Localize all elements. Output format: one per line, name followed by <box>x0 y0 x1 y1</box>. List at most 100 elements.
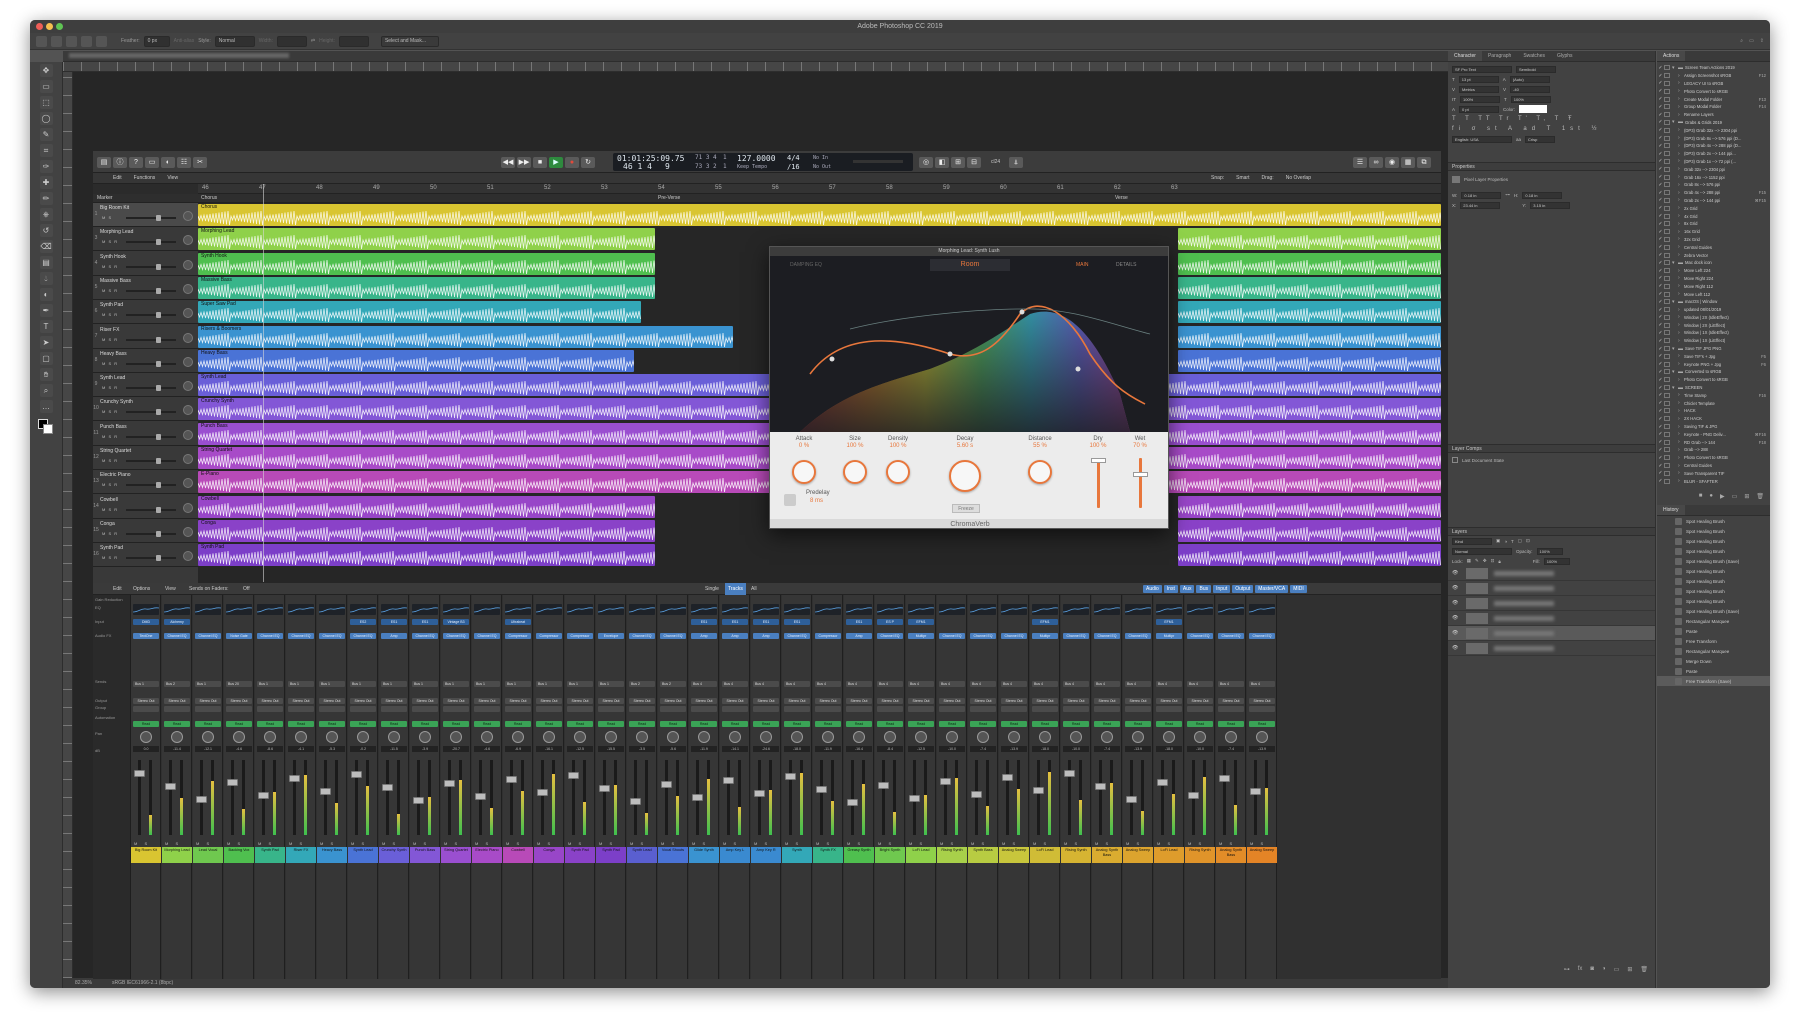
pan-knob[interactable] <box>1101 731 1113 743</box>
minimize-window-button[interactable] <box>46 23 53 30</box>
eyedropper-tool-icon[interactable]: ✑ <box>39 160 53 173</box>
channel-name[interactable]: Synth Lead <box>627 847 657 863</box>
eq-thumbnail[interactable] <box>349 604 377 615</box>
region[interactable] <box>1178 544 1441 567</box>
action-dialog-toggle[interactable] <box>1664 158 1670 164</box>
region[interactable] <box>1178 519 1441 542</box>
action-item[interactable]: ✓ › Move Right 112 <box>1657 282 1770 290</box>
channel-name[interactable]: Analog Sweep <box>1123 847 1153 863</box>
output-slot[interactable]: Stereo Out <box>970 698 996 704</box>
healing-tool-icon[interactable]: ✚ <box>39 176 53 189</box>
volume-fader-cap[interactable] <box>630 798 641 805</box>
action-check-icon[interactable]: ✓ <box>1657 197 1664 203</box>
pan-knob[interactable] <box>512 731 524 743</box>
action-dialog-toggle[interactable] <box>1664 330 1670 336</box>
volume-fader-track[interactable] <box>820 760 823 835</box>
layer-row[interactable]: 👁︎ <box>1448 641 1655 656</box>
editors-icon[interactable]: ✂ <box>193 157 207 168</box>
audio-fx-slot[interactable]: Compressor <box>536 633 562 639</box>
action-check-icon[interactable]: ✓ <box>1657 73 1664 79</box>
input-slot[interactable]: EFM1 <box>1156 619 1182 625</box>
automation-read[interactable]: Read <box>1218 721 1244 727</box>
automation-read[interactable]: Read <box>195 721 221 727</box>
mute-solo-buttons[interactable]: M S <box>1095 841 1111 846</box>
group-slot[interactable] <box>784 706 810 712</box>
track-header[interactable]: 11 Punch Bass M S R <box>93 422 198 446</box>
automation-read[interactable]: Read <box>660 721 686 727</box>
new-layer-icon[interactable]: ⊞ <box>1627 966 1632 976</box>
stamp-tool-icon[interactable]: ⎈ <box>39 208 53 221</box>
input-slot[interactable]: Ultrabeat <box>505 619 531 625</box>
send-slot[interactable]: Bus 4 <box>846 681 872 687</box>
channel-name[interactable]: Punch Bass <box>410 847 440 863</box>
eq-thumbnail[interactable] <box>442 604 470 615</box>
group-slot[interactable] <box>195 706 221 712</box>
send-slot[interactable]: Bus 1 <box>412 681 438 687</box>
action-dialog-toggle[interactable] <box>1664 346 1670 352</box>
pan-knob[interactable] <box>1194 731 1206 743</box>
automation-read[interactable]: Read <box>1249 721 1275 727</box>
group-slot[interactable] <box>536 706 562 712</box>
height-field[interactable] <box>338 35 369 47</box>
volume-fader-cap[interactable] <box>816 786 827 793</box>
horizontal-scale-field[interactable]: 100% <box>1510 95 1551 103</box>
action-dialog-toggle[interactable] <box>1664 275 1670 281</box>
drag-select[interactable]: No Overlap <box>1286 173 1441 183</box>
eq-thumbnail[interactable] <box>1248 604 1276 615</box>
group-slot[interactable] <box>412 706 438 712</box>
audio-fx-slot[interactable]: Channel EQ <box>1249 633 1275 639</box>
group-slot[interactable] <box>722 706 748 712</box>
volume-fader-cap[interactable] <box>537 789 548 796</box>
volume-fader-cap[interactable] <box>1033 787 1044 794</box>
action-item[interactable]: ✓ › Grab 4x --> 288 ppi F15 <box>1657 189 1770 197</box>
track-header[interactable]: 3 Morphing Lead M S R <box>93 227 198 252</box>
volume-fader-track[interactable] <box>665 760 668 835</box>
automation-read[interactable]: Read <box>629 721 655 727</box>
volume-fader-cap[interactable] <box>1250 788 1261 795</box>
track-name[interactable]: Electric Piano <box>100 472 131 478</box>
track-pan-knob[interactable] <box>183 454 193 464</box>
action-dialog-toggle[interactable] <box>1664 166 1670 172</box>
pan-knob[interactable] <box>233 731 245 743</box>
mute-solo-buttons[interactable]: M S <box>847 841 863 846</box>
volume-fader-track[interactable] <box>169 760 172 835</box>
send-slot[interactable]: Bus 4 <box>1218 681 1244 687</box>
pan-knob[interactable] <box>574 731 586 743</box>
audio-fx-slot[interactable]: Envelope <box>598 633 624 639</box>
channel-name[interactable]: Bright Synth <box>875 847 905 863</box>
apple-loops-icon[interactable]: ⧉ <box>1417 157 1431 168</box>
channel-name[interactable]: Lead Vocal <box>193 847 223 863</box>
volume-fader-cap[interactable] <box>940 778 951 785</box>
pan-knob[interactable] <box>1132 731 1144 743</box>
input-slot[interactable]: DMD <box>133 619 159 625</box>
action-check-icon[interactable]: ✓ <box>1657 470 1664 476</box>
history-state[interactable]: Spot Healing Brush (Save) <box>1657 556 1770 566</box>
automation-read[interactable]: Read <box>939 721 965 727</box>
channel-name[interactable]: String Quartet <box>441 847 471 863</box>
action-check-icon[interactable]: ✓ <box>1657 330 1664 336</box>
pan-knob[interactable] <box>388 731 400 743</box>
vertical-scale-field[interactable]: 100% <box>1460 95 1500 103</box>
action-check-icon[interactable]: ✓ <box>1657 252 1664 258</box>
audio-fx-slot[interactable]: Channel EQ <box>195 633 221 639</box>
visibility-eye-icon[interactable]: 👁︎ <box>1452 600 1460 606</box>
mute-solo-buttons[interactable]: M S <box>258 841 274 846</box>
track-pan-knob[interactable] <box>183 332 193 343</box>
region[interactable]: Synth Hook <box>198 252 655 275</box>
action-check-icon[interactable]: ✓ <box>1657 268 1664 274</box>
volume-fader-track[interactable] <box>1254 760 1257 835</box>
track-header[interactable]: 8 Heavy Bass M S R <box>93 349 198 373</box>
automation-read[interactable]: Read <box>908 721 934 727</box>
pan-knob[interactable] <box>822 731 834 743</box>
trash-icon[interactable]: 🗑︎ <box>1640 966 1648 976</box>
mute-solo-buttons[interactable]: M S <box>382 841 398 846</box>
track-pan-knob[interactable] <box>183 405 193 416</box>
volume-fader-track[interactable] <box>510 760 513 835</box>
action-item[interactable]: ✓ › 2X HACK <box>1657 415 1770 423</box>
eq-thumbnail[interactable] <box>1186 604 1214 615</box>
track-volume-slider[interactable] <box>126 530 176 537</box>
action-item[interactable]: ✓ › Zebra Vector <box>1657 251 1770 259</box>
action-check-icon[interactable]: ✓ <box>1657 322 1664 328</box>
action-item[interactable]: ✓ › BLUR - SFAFTER <box>1657 477 1770 485</box>
track-name[interactable]: Punch Bass <box>100 424 127 430</box>
